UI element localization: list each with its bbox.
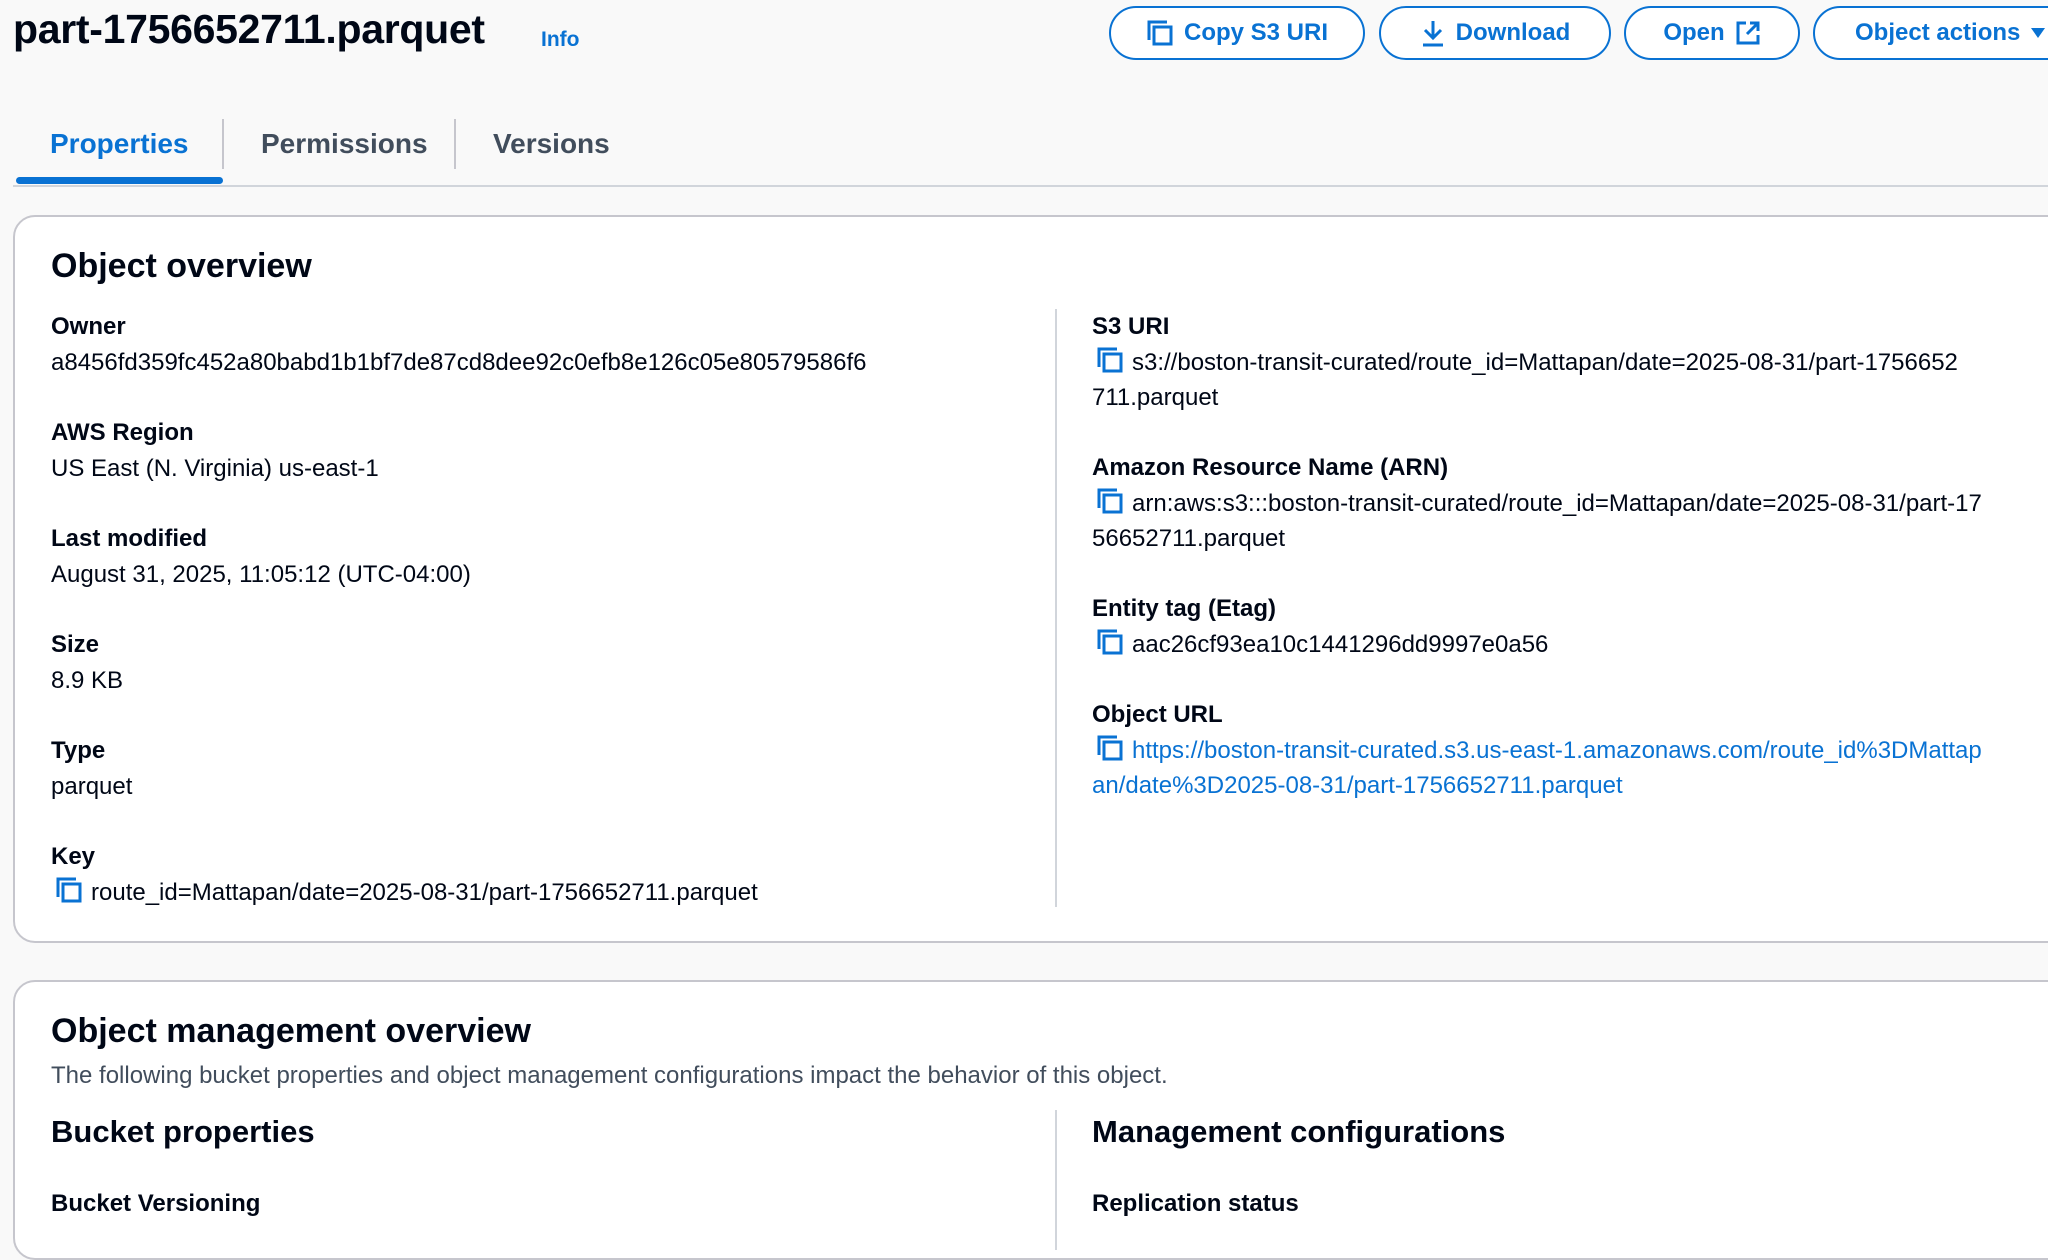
s3-uri-value-line1: s3://boston-transit-curated/route_id=Mat…	[1132, 349, 1958, 376]
type-value: parquet	[51, 773, 133, 800]
size-label: Size	[51, 631, 100, 658]
download-button[interactable]: Download	[1379, 6, 1611, 60]
object-management-heading: Object management overview	[51, 1012, 531, 1050]
open-button[interactable]: Open	[1624, 6, 1800, 60]
copy-s3-uri-label: Copy S3 URI	[1183, 19, 1329, 46]
key-value: route_id=Mattapan/date=2025-08-31/part-1…	[91, 879, 758, 906]
last-modified-label: Last modified	[51, 525, 208, 552]
page-title: part-1756652711.parquet	[13, 6, 485, 52]
arn-value-line1: arn:aws:s3:::boston-transit-curated/rout…	[1132, 490, 1982, 517]
column-divider	[1055, 309, 1057, 907]
object-management-description: The following bucket properties and obje…	[51, 1062, 1168, 1089]
s3-uri-value-line2: 711.parquet	[1092, 384, 1219, 411]
copy-icon[interactable]	[1096, 734, 1124, 762]
etag-label: Entity tag (Etag)	[1092, 595, 1276, 622]
tab-properties[interactable]: Properties	[50, 128, 189, 160]
arn-label: Amazon Resource Name (ARN)	[1092, 454, 1449, 481]
copy-icon[interactable]	[55, 876, 83, 904]
copy-icon[interactable]	[1096, 628, 1124, 656]
info-link[interactable]: Info	[541, 28, 579, 52]
object-management-card: Object management overview The following…	[13, 980, 2048, 1260]
object-overview-heading: Object overview	[51, 247, 312, 285]
external-link-icon	[1736, 21, 1760, 45]
object-actions-dropdown[interactable]: Object actions	[1813, 6, 2048, 60]
etag-value: aac26cf93ea10c1441296dd9997e0a56	[1132, 631, 1549, 658]
caret-down-icon	[2031, 28, 2046, 38]
bucket-properties-heading: Bucket properties	[51, 1114, 315, 1149]
download-icon	[1422, 21, 1443, 47]
object-url-label: Object URL	[1092, 701, 1223, 728]
bucket-versioning-label: Bucket Versioning	[51, 1190, 261, 1217]
object-url-link-line2[interactable]: an/date%3D2025-08-31/part-1756652711.par…	[1092, 768, 1623, 803]
download-label: Download	[1455, 19, 1571, 46]
owner-value: a8456fd359fc452a80babd1b1bf7de87cd8dee92…	[51, 349, 867, 376]
tab-versions[interactable]: Versions	[493, 128, 610, 160]
key-value-row: route_id=Mattapan/date=2025-08-31/part-1…	[55, 875, 758, 910]
arn-row: arn:aws:s3:::boston-transit-curated/rout…	[1096, 486, 1982, 521]
replication-status-label: Replication status	[1092, 1190, 1299, 1217]
management-configurations-heading: Management configurations	[1092, 1114, 1506, 1149]
copy-icon[interactable]	[1096, 487, 1124, 515]
tab-separator	[222, 119, 224, 169]
s3-uri-label: S3 URI	[1092, 313, 1170, 340]
etag-row: aac26cf93ea10c1441296dd9997e0a56	[1096, 627, 1548, 662]
copy-s3-uri-button[interactable]: Copy S3 URI	[1109, 6, 1365, 60]
aws-region-label: AWS Region	[51, 419, 194, 446]
type-label: Type	[51, 737, 106, 764]
size-value: 8.9 KB	[51, 667, 124, 694]
last-modified-value: August 31, 2025, 11:05:12 (UTC-04:00)	[51, 561, 471, 588]
object-url-row[interactable]: https://boston-transit-curated.s3.us-eas…	[1096, 733, 1982, 768]
object-url-link-line1[interactable]: https://boston-transit-curated.s3.us-eas…	[1132, 737, 1982, 764]
owner-label: Owner	[51, 313, 126, 340]
tab-permissions[interactable]: Permissions	[261, 128, 428, 160]
s3-uri-row: s3://boston-transit-curated/route_id=Mat…	[1096, 345, 1958, 380]
aws-region-value: US East (N. Virginia) us-east-1	[51, 455, 379, 482]
object-overview-card: Object overview Owner a8456fd359fc452a80…	[13, 215, 2048, 943]
active-tab-indicator	[16, 177, 223, 184]
open-label: Open	[1663, 19, 1725, 46]
arn-value-line2: 56652711.parquet	[1092, 525, 1286, 552]
copy-icon[interactable]	[1096, 346, 1124, 374]
object-actions-label: Object actions	[1855, 19, 2021, 46]
tabs-divider	[13, 185, 2048, 187]
tab-separator	[454, 119, 456, 169]
copy-icon	[1147, 20, 1173, 46]
key-label: Key	[51, 843, 96, 870]
column-divider	[1055, 1110, 1057, 1250]
